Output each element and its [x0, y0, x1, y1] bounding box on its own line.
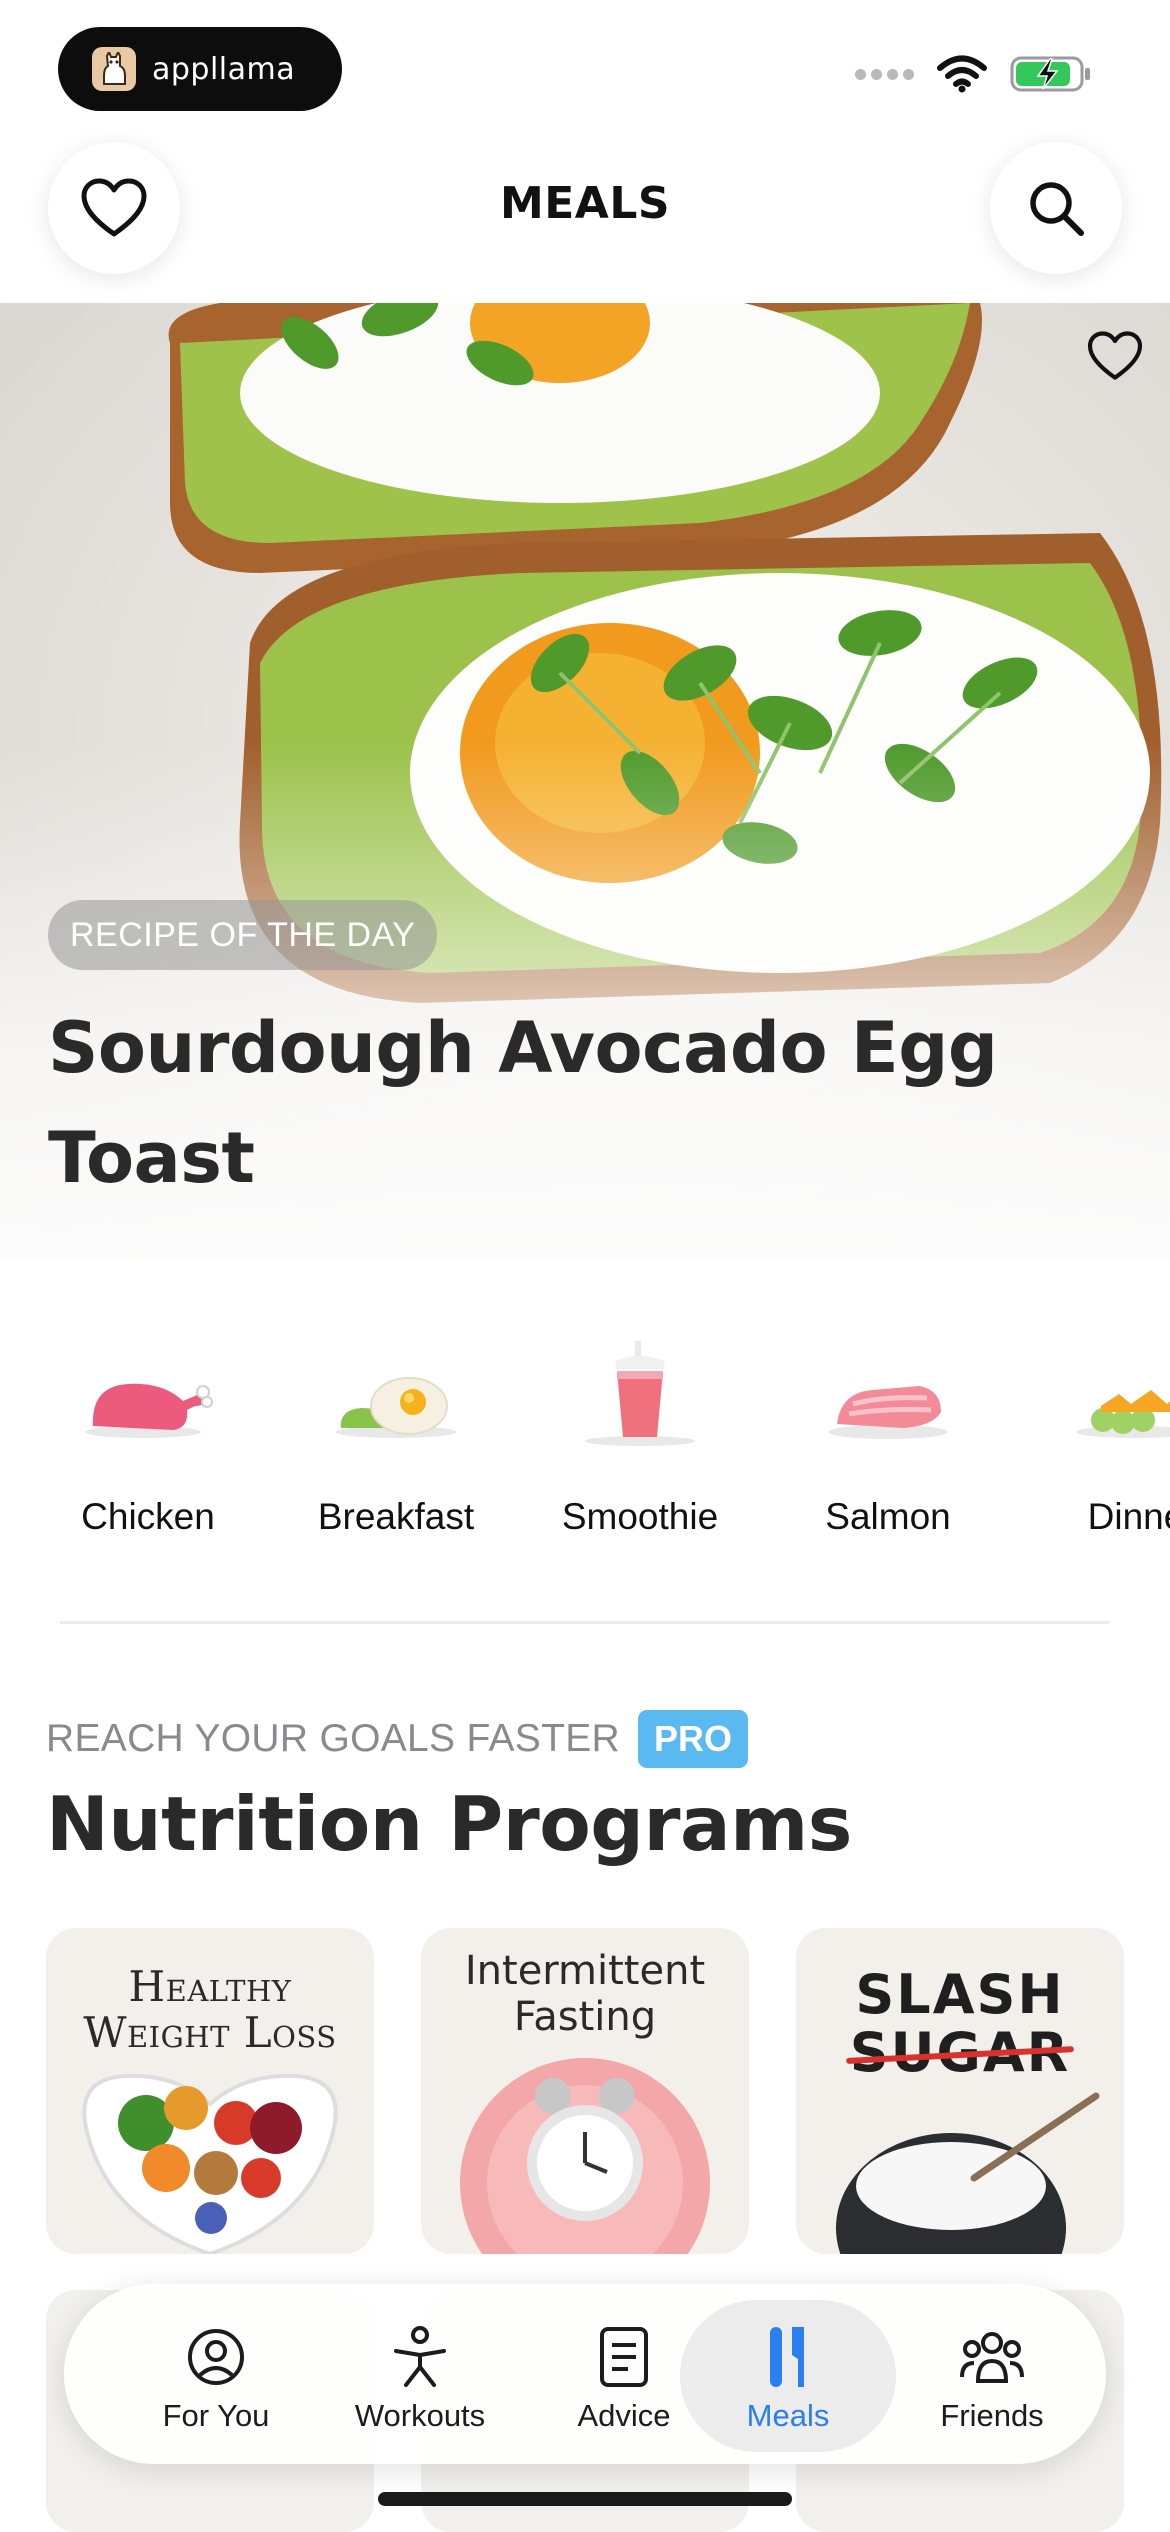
home-indicator[interactable] — [378, 2492, 792, 2506]
tab-label: Workouts — [354, 2398, 486, 2433]
bottom-tab-bar: For You Workouts Advice Meals Friends — [64, 2284, 1106, 2464]
wifi-icon — [937, 55, 987, 93]
app-badge[interactable]: appllama — [58, 27, 342, 111]
sugar-bowl-illustration — [836, 2092, 1100, 2254]
document-icon — [600, 2327, 648, 2387]
tab-workouts[interactable]: Workouts — [318, 2286, 522, 2466]
recipe-of-the-day-badge: RECIPE OF THE DAY — [48, 900, 438, 970]
category-chicken[interactable]: Chicken — [38, 1326, 258, 1538]
dinner-icon — [1076, 1390, 1170, 1438]
top-header: MEALS — [0, 130, 1170, 303]
figure-icon — [394, 2326, 446, 2387]
person-circle-icon — [188, 2329, 244, 2385]
heart-bowl-illustration — [82, 2073, 338, 2254]
heart-icon — [1087, 331, 1143, 380]
program-card-healthy-weight-loss[interactable]: Healthy Weight Loss — [46, 1928, 374, 2254]
program-card-slash-sugar[interactable]: SLASH SUGAR — [796, 1928, 1124, 2254]
pro-badge: PRO — [637, 1710, 748, 1768]
hero-favorite-button[interactable] — [1082, 323, 1148, 389]
kicker-text: REACH YOUR GOALS FASTER — [46, 1717, 620, 1760]
smoothie-icon — [585, 1341, 695, 1446]
app-badge-label: appllama — [152, 51, 296, 87]
search-button[interactable] — [990, 142, 1122, 274]
alarm-clock-illustration — [460, 2058, 710, 2254]
program-card-intermittent-fasting[interactable]: Intermittent Fasting — [421, 1928, 749, 2254]
category-salmon[interactable]: Salmon — [778, 1326, 998, 1538]
meal-categories-carousel[interactable]: Chicken Breakfast Smoothie Salmon Dinn — [0, 1262, 1170, 1622]
tab-label: For You — [162, 2398, 270, 2433]
category-label: Smoothie — [561, 1496, 719, 1537]
group-icon — [960, 2332, 1024, 2383]
status-bar: appllama — [0, 0, 1170, 130]
fork-knife-icon — [770, 2327, 804, 2387]
section-divider — [60, 1621, 1110, 1624]
recipe-title: Sourdough Avocado Egg Toast — [48, 1007, 998, 1199]
category-breakfast[interactable]: Breakfast — [286, 1326, 506, 1538]
category-label: Dinne — [1087, 1496, 1170, 1537]
breakfast-icon — [336, 1377, 456, 1438]
tab-for-you[interactable]: For You — [114, 2286, 318, 2466]
battery-charging-icon — [1010, 56, 1090, 92]
category-smoothie[interactable]: Smoothie — [530, 1326, 750, 1538]
recipe-of-the-day-card[interactable]: RECIPE OF THE DAY Sourdough Avocado Egg … — [0, 303, 1170, 1261]
tab-meals[interactable]: Meals — [686, 2286, 890, 2466]
salmon-icon — [828, 1386, 948, 1439]
tab-friends[interactable]: Friends — [890, 2286, 1094, 2466]
chicken-icon — [85, 1383, 213, 1438]
category-label: Chicken — [81, 1496, 215, 1537]
category-label: Salmon — [825, 1496, 951, 1537]
search-icon — [1030, 182, 1084, 236]
tab-label: Friends — [940, 2398, 1044, 2433]
llama-logo-icon — [92, 47, 136, 91]
tab-label: Meals — [746, 2398, 830, 2433]
cellular-signal-icon — [855, 68, 914, 80]
category-dinner[interactable]: Dinne — [1026, 1326, 1170, 1538]
section-title: Nutrition Programs — [46, 1780, 852, 1868]
category-label: Breakfast — [317, 1496, 475, 1537]
programs-kicker: REACH YOUR GOALS FASTER PRO — [46, 1710, 748, 1768]
